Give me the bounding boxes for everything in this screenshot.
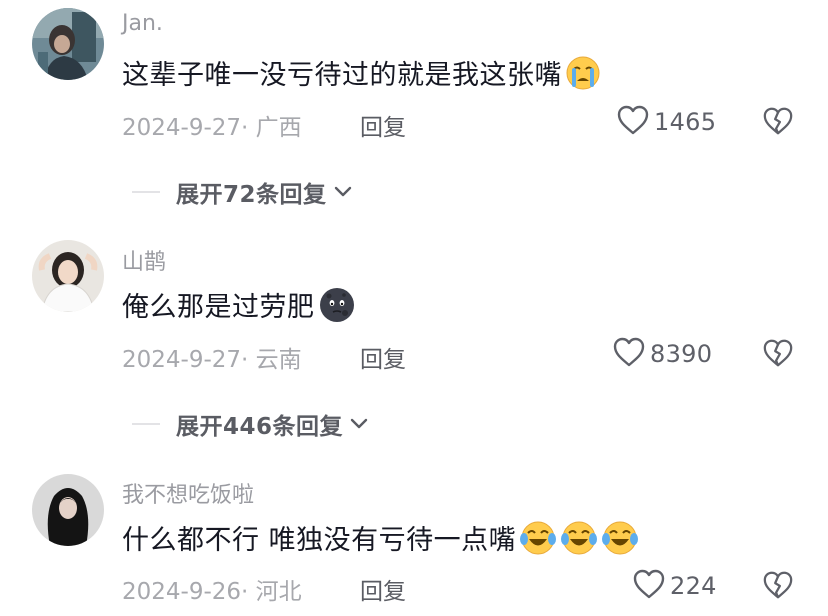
comment-date: 2024-9-27 bbox=[122, 347, 242, 373]
comment-date: 2024-9-27 bbox=[122, 115, 242, 141]
comment-item: Jan. 这辈子唯一没亏待过的就是我这张嘴 2024-9-27· 广西 回复 1… bbox=[0, 0, 828, 141]
expand-replies-label: 展开72条回复 bbox=[176, 182, 327, 208]
comment-meta: 2024-9-27· 云南 bbox=[122, 340, 302, 374]
comment-body: 这辈子唯一没亏待过的就是我这张嘴 bbox=[122, 53, 601, 92]
divider bbox=[132, 423, 160, 425]
chevron-down-icon bbox=[349, 415, 369, 434]
comment-text: 这辈子唯一没亏待过的就是我这张嘴 bbox=[122, 60, 562, 91]
comment-body: 俺么那是过劳肥 bbox=[122, 285, 356, 324]
dislike-button[interactable] bbox=[762, 337, 794, 373]
expand-replies[interactable]: 展开72条回复 bbox=[132, 175, 353, 209]
heart-outline-icon bbox=[616, 104, 650, 140]
like-button[interactable]: 224 bbox=[632, 568, 717, 604]
new-moon-face-emoji bbox=[318, 286, 356, 324]
dislike-button[interactable] bbox=[762, 105, 794, 141]
expand-replies-label: 展开446条回复 bbox=[176, 414, 344, 440]
dislike-button[interactable] bbox=[762, 569, 794, 605]
comment-meta: 2024-9-26· 河北 bbox=[122, 572, 302, 606]
broken-heart-icon bbox=[763, 107, 793, 135]
expand-replies[interactable]: 展开446条回复 bbox=[132, 407, 369, 441]
comment-meta: 2024-9-27· 广西 bbox=[122, 108, 302, 142]
like-button[interactable]: 8390 bbox=[612, 336, 712, 372]
username[interactable]: 山鹊 bbox=[122, 244, 166, 276]
like-button[interactable]: 1465 bbox=[616, 104, 716, 140]
reply-button[interactable]: 回复 bbox=[360, 572, 406, 606]
comment-text: 俺么那是过劳肥 bbox=[122, 292, 315, 323]
like-count: 224 bbox=[670, 572, 717, 600]
avatar[interactable] bbox=[32, 240, 104, 312]
reply-button[interactable]: 回复 bbox=[360, 340, 406, 374]
username[interactable]: 我不想吃饭啦 bbox=[122, 477, 254, 509]
comment-location: · 云南 bbox=[241, 347, 302, 373]
comment-text: 什么都不行 唯独没有亏待一点嘴 bbox=[122, 525, 517, 556]
comment-location: · 广西 bbox=[241, 115, 302, 141]
like-count: 1465 bbox=[654, 108, 717, 136]
avatar[interactable] bbox=[32, 8, 104, 80]
broken-heart-icon bbox=[763, 339, 793, 367]
username[interactable]: Jan. bbox=[122, 11, 163, 36]
comment-item: 我不想吃饭啦 什么都不行 唯独没有亏待一点嘴 2024-9-26· 河北 回复 … bbox=[0, 466, 828, 605]
chevron-down-icon bbox=[333, 183, 353, 202]
heart-outline-icon bbox=[632, 568, 666, 604]
comment-item: 山鹊 俺么那是过劳肥 2024-9-27· 云南 回复 8390 bbox=[0, 232, 828, 373]
broken-heart-icon bbox=[763, 571, 793, 599]
comment-date: 2024-9-26 bbox=[122, 579, 242, 605]
heart-outline-icon bbox=[612, 336, 646, 372]
comment-body: 什么都不行 唯独没有亏待一点嘴 bbox=[122, 518, 639, 557]
avatar[interactable] bbox=[32, 474, 104, 546]
divider bbox=[132, 191, 160, 193]
tears-of-joy-emoji bbox=[519, 519, 639, 557]
like-count: 8390 bbox=[650, 340, 713, 368]
crying-face-emoji bbox=[565, 55, 601, 91]
reply-button[interactable]: 回复 bbox=[360, 108, 406, 142]
comment-location: · 河北 bbox=[241, 579, 302, 605]
